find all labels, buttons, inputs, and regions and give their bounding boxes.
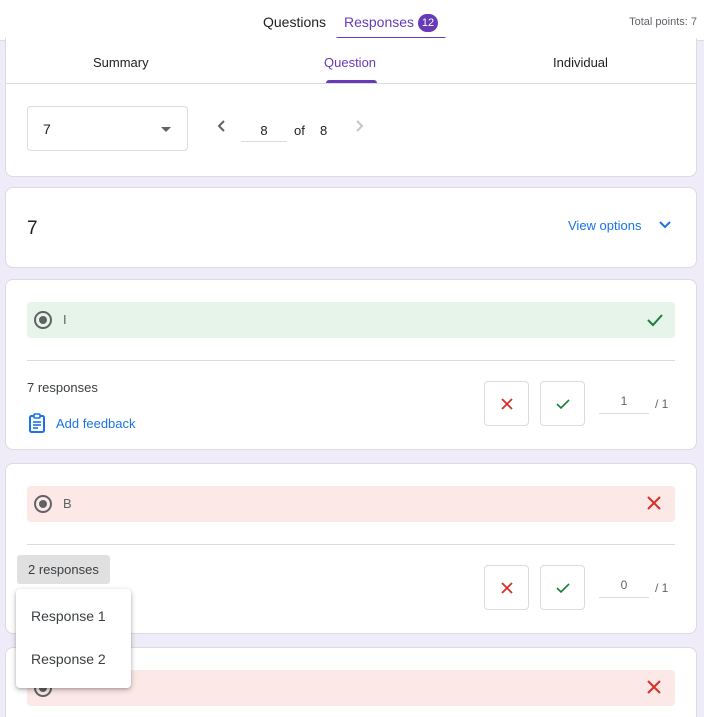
pager-total: 8 [320, 123, 328, 138]
close-icon [500, 397, 513, 410]
menu-item-response-1[interactable]: Response 1 [31, 608, 106, 624]
check-icon [646, 311, 664, 334]
subtab-question[interactable]: Question [324, 55, 376, 70]
responses-popup-menu: Response 1 Response 2 [16, 589, 131, 688]
tab-responses[interactable]: Responses [344, 14, 414, 30]
question-title: 7 [27, 218, 38, 239]
total-points: Total points: 7 [629, 16, 697, 28]
menu-item-response-2[interactable]: Response 2 [31, 651, 106, 667]
responses-nav-card: Summary Question Individual 7 8 of 8 [5, 38, 697, 177]
answer-option-correct: I [27, 302, 675, 338]
close-icon [646, 679, 662, 700]
mark-incorrect-button[interactable] [484, 381, 529, 426]
view-options-button[interactable]: View options [568, 218, 641, 233]
subtab-summary[interactable]: Summary [93, 55, 149, 70]
radio-icon [34, 495, 52, 513]
feedback-label: Add feedback [56, 416, 136, 431]
top-bar: Questions Responses 12 Total points: 7 [0, 0, 704, 41]
points-input[interactable]: 1 [599, 394, 649, 414]
divider [6, 83, 696, 84]
dropdown-caret-icon [161, 127, 171, 132]
answer-label: I [63, 312, 67, 327]
subtab-individual[interactable]: Individual [553, 55, 608, 70]
answer-card: I 7 responses Add feedback 1 / 1 [5, 279, 697, 450]
divider [27, 544, 675, 545]
points-max: / 1 [655, 581, 669, 595]
points-max: / 1 [655, 397, 669, 411]
response-count[interactable]: 7 responses [27, 380, 98, 395]
tab-questions[interactable]: Questions [263, 14, 326, 30]
question-select[interactable]: 7 [27, 106, 188, 151]
points-input[interactable]: 0 [599, 578, 649, 598]
page-number-input[interactable]: 8 [241, 120, 287, 142]
mark-incorrect-button[interactable] [484, 565, 529, 610]
feedback-icon [27, 413, 47, 438]
question-select-value: 7 [43, 121, 51, 137]
response-count-chip[interactable]: 2 responses [17, 555, 110, 584]
chevron-right-icon[interactable] [351, 118, 367, 137]
radio-icon [34, 311, 52, 329]
close-icon [646, 495, 662, 516]
answer-label: B [63, 496, 72, 511]
question-card: 7 View options [5, 187, 697, 268]
check-icon [555, 398, 570, 409]
divider [27, 360, 675, 361]
chevron-down-icon[interactable] [657, 216, 673, 237]
check-icon [555, 582, 570, 593]
answer-option-wrong: B [27, 486, 675, 522]
chevron-left-icon[interactable] [214, 118, 230, 137]
responses-count-badge: 12 [418, 14, 438, 32]
mark-correct-button[interactable] [540, 565, 585, 610]
close-icon [500, 581, 513, 594]
pager-of-label: of [294, 123, 305, 138]
mark-correct-button[interactable] [540, 381, 585, 426]
